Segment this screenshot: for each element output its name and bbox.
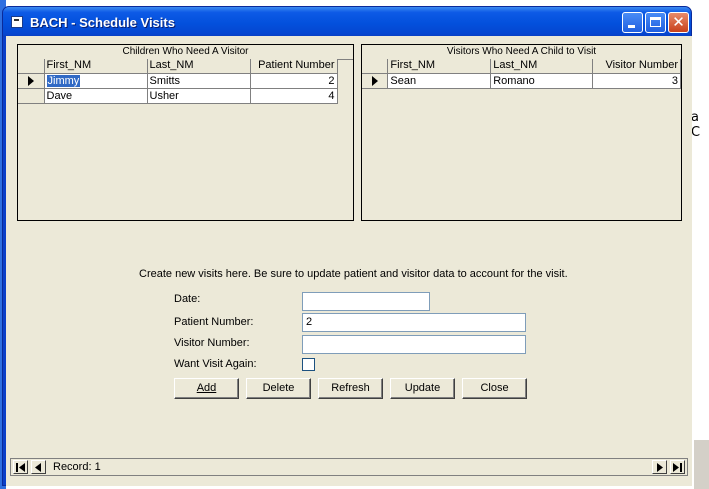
background-window-text: a C (691, 110, 701, 140)
table-row[interactable]: Jimmy Smitts 2 (18, 73, 338, 89)
app-icon[interactable] (11, 16, 23, 28)
cell-patient-number[interactable]: 2 (250, 73, 338, 89)
close-button-label: Close (480, 382, 509, 394)
instructions-text: Create new visits here. Be sure to updat… (139, 268, 568, 280)
record-counter: Record: 1 (53, 461, 101, 473)
children-header-row: First_NM Last_NM Patient Number (18, 59, 338, 74)
first-record-button[interactable] (13, 460, 28, 474)
cell-last-nm[interactable]: Usher (147, 88, 251, 104)
visitors-table: First_NM Last_NM Visitor Number Sean Rom… (362, 59, 681, 89)
maximize-icon (650, 17, 661, 27)
row-selector-header (18, 59, 45, 74)
children-grid-caption: Children Who Need A Visitor (18, 45, 353, 60)
add-button-label: Add (196, 382, 217, 394)
cell-first-nm[interactable]: Jimmy (44, 73, 148, 89)
visitors-grid[interactable]: Visitors Who Need A Child to Visit First… (361, 44, 682, 221)
background-window-corner (694, 440, 709, 489)
children-table: First_NM Last_NM Patient Number Jimmy Sm… (18, 59, 338, 104)
close-window-button[interactable]: ✕ (668, 12, 689, 33)
title-bar[interactable]: BACH - Schedule Visits ✕ (3, 7, 691, 37)
record-navigator: Record: 1 (10, 458, 688, 476)
date-field[interactable] (302, 292, 430, 311)
column-header-patient-number[interactable]: Patient Number (250, 59, 338, 74)
first-record-icon (16, 463, 25, 472)
row-selector-header (362, 59, 389, 74)
row-selector[interactable] (18, 73, 45, 89)
last-record-button[interactable] (670, 460, 685, 474)
children-grid[interactable]: Children Who Need A Visitor First_NM Las… (17, 44, 354, 221)
date-label: Date: (174, 293, 201, 305)
delete-button[interactable]: Delete (246, 378, 311, 399)
visitor-number-label: Visitor Number: (174, 337, 250, 349)
column-header-first-nm[interactable]: First_NM (44, 59, 148, 74)
cell-patient-number[interactable]: 4 (250, 88, 338, 104)
previous-record-button[interactable] (31, 460, 46, 474)
visitors-grid-caption: Visitors Who Need A Child to Visit (362, 45, 681, 60)
close-button[interactable]: Close (462, 378, 527, 399)
delete-button-label: Delete (262, 382, 295, 394)
close-icon: ✕ (672, 13, 685, 31)
row-selector[interactable] (362, 73, 389, 89)
next-record-button[interactable] (652, 460, 667, 474)
refresh-button[interactable]: Refresh (318, 378, 383, 399)
cell-first-nm[interactable]: Sean (387, 73, 492, 89)
column-header-first-nm[interactable]: First_NM (387, 59, 492, 74)
add-button[interactable]: Add (174, 378, 239, 399)
table-row[interactable]: Dave Usher 4 (18, 88, 338, 104)
refresh-button-label: Refresh (331, 382, 370, 394)
column-header-last-nm[interactable]: Last_NM (490, 59, 594, 74)
visitor-number-field[interactable] (302, 335, 526, 354)
window-title: BACH - Schedule Visits (30, 15, 175, 30)
minimize-icon (628, 25, 635, 28)
row-selector[interactable] (18, 88, 45, 104)
patient-number-field[interactable]: 2 (302, 313, 526, 332)
patient-number-label: Patient Number: (174, 316, 254, 328)
cell-last-nm[interactable]: Romano (490, 73, 594, 89)
minimize-button[interactable] (622, 12, 643, 33)
selected-text: Jimmy (46, 74, 81, 87)
column-header-last-nm[interactable]: Last_NM (147, 59, 251, 74)
current-row-arrow-icon (27, 75, 34, 86)
want-visit-again-label: Want Visit Again: (174, 358, 257, 370)
update-button[interactable]: Update (390, 378, 455, 399)
want-visit-again-checkbox[interactable] (302, 358, 315, 371)
maximize-button[interactable] (645, 12, 666, 33)
cell-visitor-number[interactable]: 3 (592, 73, 681, 89)
next-record-icon (657, 463, 663, 472)
column-header-visitor-number[interactable]: Visitor Number (592, 59, 681, 74)
cell-last-nm[interactable]: Smitts (147, 73, 251, 89)
last-record-icon (673, 463, 682, 472)
previous-record-icon (35, 463, 41, 472)
current-row-arrow-icon (371, 75, 378, 86)
table-row[interactable]: Sean Romano 3 (362, 73, 681, 89)
cell-first-nm[interactable]: Dave (44, 88, 148, 104)
update-button-label: Update (404, 382, 441, 394)
visitors-header-row: First_NM Last_NM Visitor Number (362, 59, 681, 74)
